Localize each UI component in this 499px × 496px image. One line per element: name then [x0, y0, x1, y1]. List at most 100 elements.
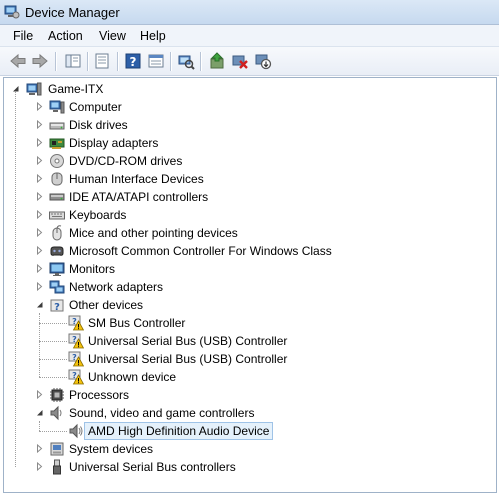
disable-icon[interactable]	[254, 52, 272, 70]
tree-item-label: Unknown device	[88, 370, 177, 384]
warning-device-icon: ?	[68, 333, 84, 349]
collapse-arrow-icon[interactable]	[35, 300, 44, 309]
forward-icon[interactable]	[31, 52, 49, 70]
tree-category-mice-and-other-pointing-devices[interactable]: Mice and other pointing devices	[4, 224, 494, 242]
tree-item-label: Display adapters	[69, 136, 159, 150]
system-device-icon	[50, 442, 64, 456]
display-adapter-icon	[49, 138, 65, 149]
collapse-arrow-icon[interactable]	[35, 408, 44, 417]
tree-guide-line	[39, 323, 67, 324]
tree-category-keyboards[interactable]: Keyboards	[4, 206, 494, 224]
show-hide-console-tree-icon[interactable]	[64, 52, 82, 70]
menu-view[interactable]: View	[99, 29, 126, 43]
help-icon[interactable]: ?	[124, 52, 142, 70]
expand-arrow-icon[interactable]	[35, 102, 44, 111]
properties-icon[interactable]	[93, 52, 111, 70]
expand-arrow-icon[interactable]	[35, 264, 44, 273]
computer-icon	[49, 100, 65, 114]
expand-arrow-icon[interactable]	[35, 282, 44, 291]
svg-text:?: ?	[54, 302, 60, 313]
disk-drive-icon	[49, 122, 65, 130]
tree-category-network-adapters[interactable]: Network adapters	[4, 278, 494, 296]
tree-item-label: Mice and other pointing devices	[69, 226, 238, 240]
toolbar-separator	[87, 52, 88, 71]
svg-text:?: ?	[130, 55, 137, 69]
controller-icon	[50, 246, 64, 256]
expand-arrow-icon[interactable]	[35, 138, 44, 147]
tree-item-label: IDE ATA/ATAPI controllers	[69, 190, 209, 204]
expand-arrow-icon[interactable]	[35, 156, 44, 165]
tree-guide-line	[39, 313, 40, 377]
sound-icon	[50, 405, 62, 421]
expand-arrow-icon[interactable]	[35, 120, 44, 129]
toolbar-separator	[170, 52, 171, 71]
tree-category-other-devices[interactable]: ? Other devices	[4, 296, 494, 314]
tree-root-game-itx[interactable]: Game-ITX	[4, 80, 494, 98]
tree-guide-line	[39, 421, 40, 431]
tree-category-monitors[interactable]: Monitors	[4, 260, 494, 278]
tree-device-selected[interactable]: AMD High Definition Audio Device	[4, 422, 494, 440]
tree-item-label: Monitors	[69, 262, 116, 276]
hid-icon	[51, 172, 63, 186]
update-driver-icon[interactable]	[208, 52, 226, 70]
warning-device-icon: ?	[68, 315, 84, 331]
tree-guide-line	[15, 92, 16, 467]
menu-file[interactable]: File	[13, 29, 33, 43]
uninstall-icon[interactable]	[231, 52, 249, 70]
expand-arrow-icon[interactable]	[35, 444, 44, 453]
tree-device[interactable]: ? Unknown device	[4, 368, 494, 386]
tree-device[interactable]: ? Universal Serial Bus (USB) Controller	[4, 350, 494, 368]
tree-category-human-interface-devices[interactable]: Human Interface Devices	[4, 170, 494, 188]
unknown-device-icon: ?	[50, 299, 64, 313]
tree-category-display-adapters[interactable]: Display adapters	[4, 134, 494, 152]
tree-guide-line	[39, 341, 67, 342]
usb-icon	[53, 459, 61, 475]
menu-help[interactable]: Help	[140, 29, 166, 43]
expand-arrow-icon[interactable]	[35, 228, 44, 237]
tree-category-processors[interactable]: Processors	[4, 386, 494, 404]
scan-hardware-icon[interactable]	[177, 52, 195, 70]
expand-arrow-icon[interactable]	[35, 174, 44, 183]
toolbar-separator	[55, 52, 56, 71]
tree-item-label: Universal Serial Bus (USB) Controller	[88, 334, 288, 348]
tree-category-universal-serial-bus-controllers[interactable]: Universal Serial Bus controllers	[4, 458, 494, 476]
tree-category-ide-ata-atapi-controllers[interactable]: IDE ATA/ATAPI controllers	[4, 188, 494, 206]
expand-arrow-icon[interactable]	[35, 462, 44, 471]
tree-category-computer[interactable]: Computer	[4, 98, 494, 116]
ide-controller-icon	[49, 193, 65, 201]
expand-arrow-icon[interactable]	[35, 210, 44, 219]
back-icon[interactable]	[9, 52, 27, 70]
expand-arrow-icon[interactable]	[35, 390, 44, 399]
tree-item-label: Computer	[69, 100, 122, 114]
tree-item-label: Microsoft Common Controller For Windows …	[69, 244, 332, 258]
tree-category-microsoft-common-controller-for-windows-class[interactable]: Microsoft Common Controller For Windows …	[4, 242, 494, 260]
toolbar-separator	[200, 52, 201, 71]
tree-category-dvd-cd-rom-drives[interactable]: DVD/CD-ROM drives	[4, 152, 494, 170]
device-tree[interactable]: Game-ITX Computer Disk drives Display adapt…	[3, 77, 497, 493]
tree-item-label: Game-ITX	[48, 82, 104, 96]
tree-category-system-devices[interactable]: System devices	[4, 440, 494, 458]
speaker-icon	[69, 423, 83, 439]
tree-item-label: Human Interface Devices	[69, 172, 204, 186]
dvd-drive-icon	[50, 154, 64, 168]
window-title: Device Manager	[25, 5, 120, 20]
tree-item-label: SM Bus Controller	[88, 316, 186, 330]
tree-item-label: Keyboards	[69, 208, 127, 222]
expand-arrow-icon[interactable]	[35, 192, 44, 201]
details-view-icon[interactable]	[147, 52, 165, 70]
tree-category-sound-video-and-game-controllers[interactable]: Sound, video and game controllers	[4, 404, 494, 422]
tree-item-label: Network adapters	[69, 280, 164, 294]
tree-item-label: Processors	[69, 388, 130, 402]
warning-device-icon: ?	[68, 369, 84, 385]
device-manager-icon	[4, 5, 20, 19]
tree-item-label: System devices	[69, 442, 154, 456]
expand-arrow-icon[interactable]	[35, 246, 44, 255]
tree-guide-line	[39, 359, 67, 360]
tree-category-disk-drives[interactable]: Disk drives	[4, 116, 494, 134]
tree-item-label: Universal Serial Bus controllers	[69, 460, 236, 474]
tree-device[interactable]: ? Universal Serial Bus (USB) Controller	[4, 332, 494, 350]
menu-action[interactable]: Action	[48, 29, 83, 43]
processor-icon	[50, 388, 64, 402]
tree-item-label: Disk drives	[69, 118, 128, 132]
tree-device[interactable]: ? SM Bus Controller	[4, 314, 494, 332]
